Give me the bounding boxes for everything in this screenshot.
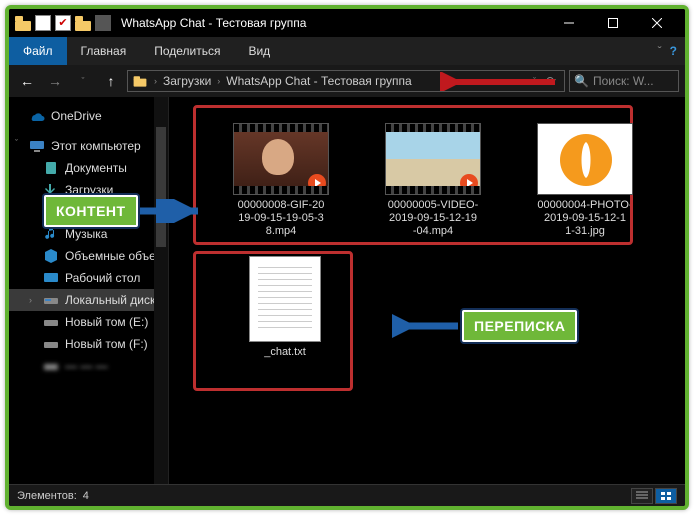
tab-view[interactable]: Вид [234,37,284,65]
play-badge-icon [460,174,478,192]
view-large-icons-button[interactable] [655,488,677,504]
pc-icon [29,138,45,154]
drive-icon [43,314,59,330]
breadcrumb-current[interactable]: WhatsApp Chat - Тестовая группа [226,74,411,88]
nav-row: ← → ˇ ↑ › Загрузки › WhatsApp Chat - Тес… [9,65,685,97]
annotation-label: КОНТЕНТ [44,195,138,227]
sidebar-item-blurred[interactable]: — — — [9,355,168,377]
ribbon-collapse-icon[interactable]: ˇ [658,44,662,58]
sidebar-item-label: — — — [65,359,108,373]
help-icon[interactable]: ? [670,44,677,58]
sidebar-item-label: Новый том (E:) [65,315,148,329]
search-input[interactable]: 🔍 Поиск: W... [569,70,679,92]
desktop-icon [43,270,59,286]
content-pane: 00000008-GIF-2019-09-15-19-05-38.mp4 000… [169,97,685,484]
play-badge-icon [308,174,326,192]
chevron-right-icon[interactable]: › [217,76,220,86]
tab-share[interactable]: Поделиться [140,37,234,65]
onedrive-icon [29,108,45,124]
nav-forward-button[interactable]: → [43,69,67,93]
nav-back-button[interactable]: ← [15,69,39,93]
drive-icon [43,358,59,374]
view-details-button[interactable] [631,488,653,504]
video-thumbnail [385,123,481,195]
sidebar-item-label: Рабочий стол [65,271,140,285]
status-count-value: 4 [83,490,89,502]
folder-icon-small[interactable] [75,15,91,31]
tab-file[interactable]: Файл [9,37,67,65]
separator [95,15,111,31]
sidebar-item-3dobjects[interactable]: Объемные объекты [9,245,168,267]
minimize-button[interactable] [547,9,591,37]
folder-icon [132,73,148,89]
sidebar-item-thispc[interactable]: Этот компьютер [9,135,168,157]
tab-home[interactable]: Главная [67,37,141,65]
folder-icon [15,15,31,31]
search-icon: 🔍 [574,74,589,88]
drive-icon [43,292,59,308]
nav-up-button[interactable]: ↑ [99,69,123,93]
chevron-down-icon[interactable]: ˇ [15,138,18,148]
navigation-pane: OneDrive ˇ Этот компьютер Документы Загр… [9,97,169,484]
status-count-label: Элементов: [17,490,77,502]
qat-item[interactable] [35,15,51,31]
sidebar-item-label: Новый том (F:) [65,337,148,351]
sidebar-item-onedrive[interactable]: OneDrive [9,105,168,127]
sidebar-scrollbar[interactable] [154,97,168,484]
maximize-button[interactable] [591,9,635,37]
arrow-right-icon [138,199,208,223]
sidebar-item-label: Этот компьютер [51,139,141,153]
quick-access-toolbar: ✔ [15,15,111,31]
documents-icon [43,160,59,176]
annotation-arrow-address [440,72,560,92]
window-title: WhatsApp Chat - Тестовая группа [121,16,306,30]
nav-recent-button[interactable]: ˇ [71,69,95,93]
ribbon: Файл Главная Поделиться Вид ˇ ? [9,37,685,65]
video-thumbnail [233,123,329,195]
chevron-right-icon[interactable]: › [154,76,157,86]
sidebar-item-label: Документы [65,161,127,175]
qat-item[interactable]: ✔ [55,15,71,31]
drive-icon [43,336,59,352]
sidebar-item-newe[interactable]: Новый том (E:) [9,311,168,333]
sidebar-item-label: Музыка [65,227,107,241]
image-thumbnail [537,123,633,195]
sidebar-item-documents[interactable]: Документы [9,157,168,179]
sidebar-item-newf[interactable]: Новый том (F:) [9,333,168,355]
arrow-left-icon [392,314,462,338]
annotation-label: ПЕРЕПИСКА [462,310,577,342]
chevron-right-icon[interactable]: › [29,295,32,305]
search-placeholder: Поиск: W... [593,74,654,88]
sidebar-item-desktop[interactable]: Рабочий стол [9,267,168,289]
sidebar-item-label: OneDrive [51,109,102,123]
sidebar-item-localc[interactable]: › Локальный диск (C:) [9,289,168,311]
text-file-icon [249,256,321,342]
address-bar[interactable]: › Загрузки › WhatsApp Chat - Тестовая гр… [127,70,565,92]
objects3d-icon [43,248,59,264]
annotation-chat: ПЕРЕПИСКА [392,310,577,342]
statusbar: Элементов: 4 [9,484,685,506]
music-icon [43,226,59,242]
titlebar: ✔ WhatsApp Chat - Тестовая группа [9,9,685,37]
annotation-content: КОНТЕНТ [44,195,208,227]
breadcrumb-downloads[interactable]: Загрузки [163,74,211,88]
close-button[interactable] [635,9,679,37]
